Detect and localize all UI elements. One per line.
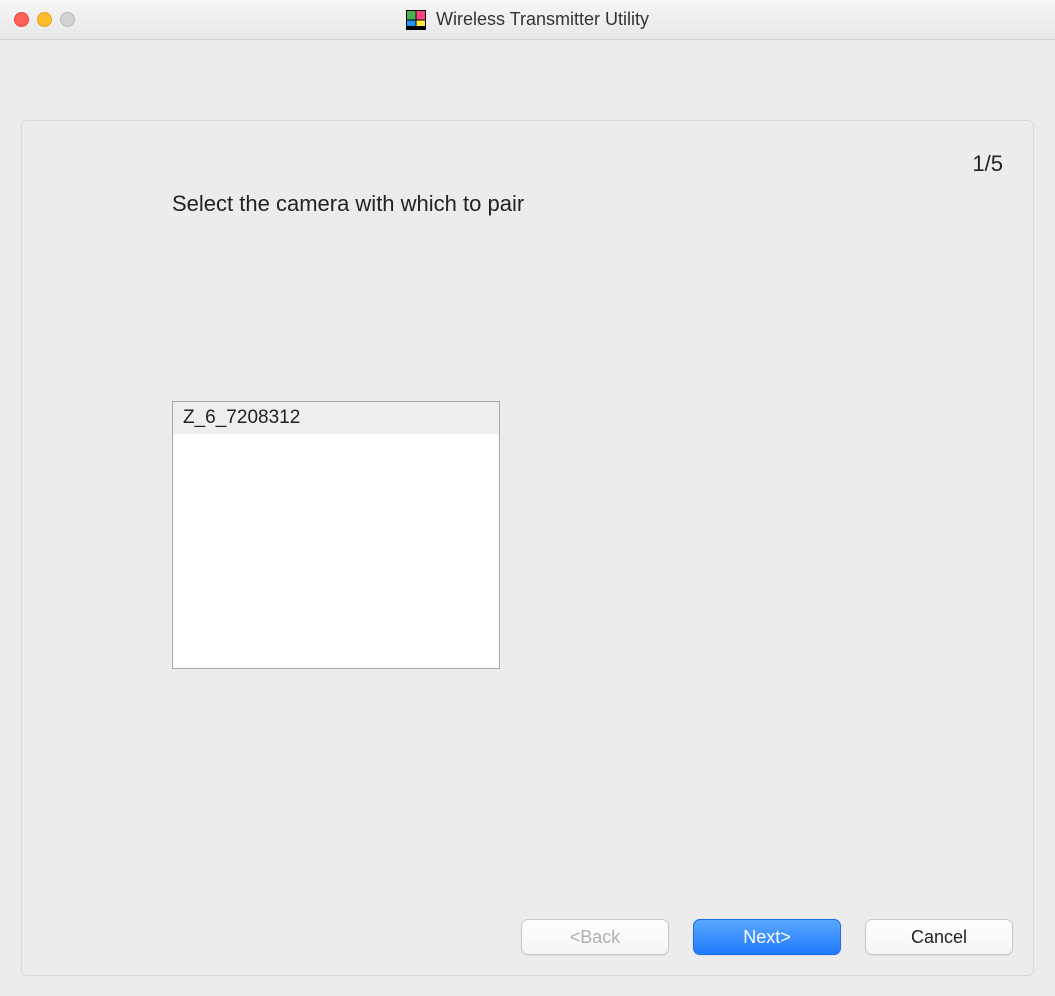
traffic-lights [14, 12, 75, 27]
back-button: <Back [521, 919, 669, 955]
cancel-button[interactable]: Cancel [865, 919, 1013, 955]
zoom-window-button [60, 12, 75, 27]
close-window-button[interactable] [14, 12, 29, 27]
camera-name: Z_6_7208312 [183, 407, 300, 429]
window-body: 1/5 Select the camera with which to pair… [0, 40, 1055, 996]
wizard-panel: 1/5 Select the camera with which to pair… [21, 120, 1034, 976]
camera-list[interactable]: Z_6_7208312 [172, 401, 500, 669]
step-indicator: 1/5 [972, 151, 1003, 177]
list-item[interactable]: Z_6_7208312 [173, 402, 499, 434]
window-title: Wireless Transmitter Utility [436, 9, 649, 30]
next-button[interactable]: Next> [693, 919, 841, 955]
button-row: <Back Next> Cancel [521, 919, 1013, 955]
minimize-window-button[interactable] [37, 12, 52, 27]
app-icon [406, 10, 426, 30]
title-center: Wireless Transmitter Utility [0, 9, 1055, 30]
titlebar: Wireless Transmitter Utility [0, 0, 1055, 40]
instruction-text: Select the camera with which to pair [172, 191, 524, 217]
